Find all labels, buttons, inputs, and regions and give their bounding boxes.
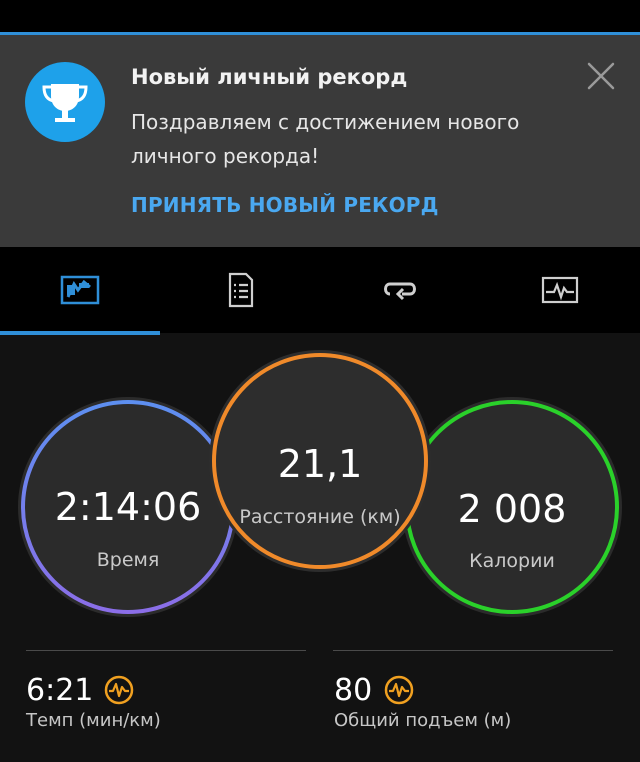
- elevation-label: Общий подъем (м): [334, 710, 512, 731]
- pace-label: Темп (мин/км): [26, 710, 161, 731]
- distance-value: 21,1: [277, 442, 363, 486]
- pace-value: 6:21: [26, 673, 94, 708]
- tab-details[interactable]: [160, 247, 320, 333]
- running-stats-icon: [60, 275, 100, 305]
- selected-tab-indicator: [0, 331, 160, 335]
- trophy-icon: [25, 62, 105, 142]
- time-label: Время: [96, 549, 160, 571]
- tab-charts[interactable]: [480, 247, 640, 333]
- notification-message: Поздравляем с достижением нового личного…: [131, 110, 520, 168]
- tab-running-stats[interactable]: [0, 247, 160, 333]
- accept-record-button[interactable]: ПРИНЯТЬ НОВЫЙ РЕКОРД: [131, 193, 439, 217]
- elevation-value: 80: [334, 673, 373, 708]
- tab-laps[interactable]: [320, 247, 480, 333]
- divider-right: [333, 650, 613, 651]
- heartbeat-icon: [384, 675, 414, 705]
- status-bar: [0, 0, 640, 32]
- notification-title: Новый личный рекорд: [131, 65, 408, 89]
- tab-bar: [0, 247, 640, 333]
- laps-loop-icon: [384, 282, 416, 301]
- close-icon[interactable]: [582, 57, 620, 95]
- divider-left: [26, 650, 306, 651]
- document-list-icon: [228, 272, 254, 308]
- time-value: 2:14:06: [54, 485, 202, 529]
- heartbeat-icon: [104, 675, 134, 705]
- calories-ring[interactable]: 2 008 Калории: [402, 397, 622, 617]
- time-ring[interactable]: 2:14:06 Время: [18, 397, 238, 617]
- calories-value: 2 008: [457, 487, 567, 531]
- chart-activity-icon: [541, 276, 579, 304]
- distance-label: Расстояние (км): [239, 506, 401, 528]
- personal-record-notification: Новый личный рекорд Поздравляем с достиж…: [0, 35, 640, 247]
- calories-label: Калории: [469, 550, 555, 572]
- distance-ring[interactable]: 21,1 Расстояние (км): [209, 350, 431, 572]
